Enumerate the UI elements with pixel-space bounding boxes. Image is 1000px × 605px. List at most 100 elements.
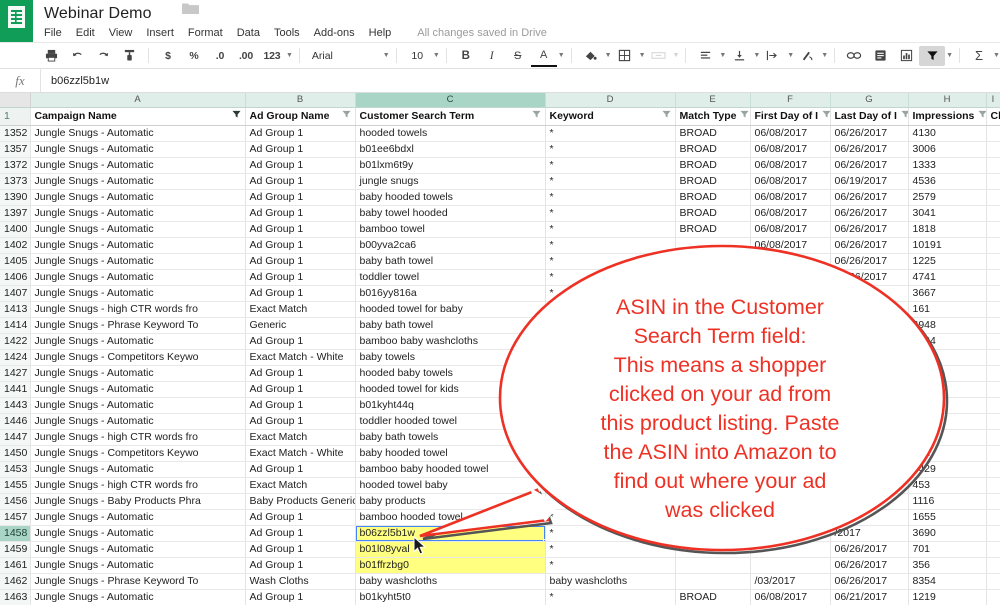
clicks-cell[interactable] (986, 141, 1000, 158)
clicks-cell[interactable] (986, 589, 1000, 605)
currency-format-button[interactable]: $ (155, 46, 181, 66)
first-day-cell[interactable]: 06/08/2017 (750, 125, 831, 142)
campaign-name-cell[interactable]: Jungle Snugs - Automatic (30, 509, 246, 526)
table-row[interactable]: 1402 Jungle Snugs - Automatic Ad Group 1 b0… (0, 237, 1000, 254)
row-number[interactable]: 1453 (0, 461, 31, 478)
impressions-cell[interactable]: 1315 (908, 381, 987, 398)
keyword-cell[interactable]: * (545, 173, 676, 190)
row-number[interactable]: 1414 (0, 317, 31, 334)
first-day-cell[interactable]: 06/08/2017 (750, 589, 831, 605)
ad-group-name-cell[interactable]: Ad Group 1 (245, 397, 356, 414)
first-day-cell[interactable] (750, 397, 831, 414)
clicks-cell[interactable] (986, 205, 1000, 222)
ad-group-name-cell[interactable]: Exact Match (245, 429, 356, 446)
last-day-cell[interactable] (830, 429, 909, 446)
column-header-C[interactable]: C (355, 93, 546, 108)
table-row[interactable]: 1422 Jungle Snugs - Automatic Ad Group 1 ba… (0, 333, 1000, 350)
column-header-I[interactable]: I (986, 93, 1000, 108)
first-day-cell[interactable] (750, 365, 831, 382)
customer-search-term-cell[interactable]: baby bath towel (355, 253, 546, 270)
keyword-cell[interactable] (545, 445, 676, 462)
last-day-cell[interactable]: 017 (830, 509, 909, 526)
menu-item-file[interactable]: File (44, 27, 62, 39)
customer-search-term-cell[interactable]: hooded towel for baby (355, 301, 546, 318)
keyword-cell[interactable]: * (545, 509, 676, 526)
table-row[interactable]: 1406 Jungle Snugs - Automatic Ad Group 1 to… (0, 269, 1000, 286)
clicks-cell[interactable] (986, 189, 1000, 206)
impressions-cell[interactable]: 3041 (908, 205, 987, 222)
last-day-cell[interactable] (830, 445, 909, 462)
menu-item-insert[interactable]: Insert (146, 27, 174, 39)
campaign-name-cell[interactable]: Jungle Snugs - high CTR words fro (30, 429, 246, 446)
chevron-down-icon[interactable]: ▼ (605, 52, 612, 59)
table-row[interactable]: 1400 Jungle Snugs - Automatic Ad Group 1 ba… (0, 221, 1000, 238)
row-number[interactable]: 1450 (0, 445, 31, 462)
table-row[interactable]: 1405 Jungle Snugs - Automatic Ad Group 1 ba… (0, 253, 1000, 270)
italic-button[interactable]: I (479, 46, 505, 66)
campaign-name-cell[interactable]: Jungle Snugs - Baby Products Phra (30, 493, 246, 510)
chevron-down-icon[interactable]: ▼ (639, 52, 646, 59)
customer-search-term-cell[interactable]: b01kyht5t0 (355, 589, 546, 605)
campaign-name-cell[interactable]: Jungle Snugs - Automatic (30, 461, 246, 478)
first-day-cell[interactable] (750, 253, 831, 270)
campaign-name-cell[interactable]: Jungle Snugs - Automatic (30, 333, 246, 350)
impressions-cell[interactable]: 356 (908, 557, 987, 574)
clicks-cell[interactable] (986, 493, 1000, 510)
decrease-decimal-button[interactable]: .0 (207, 46, 233, 66)
keyword-cell[interactable]: * (545, 221, 676, 238)
impressions-cell[interactable]: 412 (908, 445, 987, 462)
column-header-D[interactable]: D (545, 93, 676, 108)
campaign-name-cell[interactable]: Jungle Snugs - Automatic (30, 125, 246, 142)
row-number[interactable]: 1424 (0, 349, 31, 366)
chevron-down-icon[interactable]: ▼ (383, 52, 390, 59)
match-type-cell[interactable] (675, 333, 751, 350)
match-type-cell[interactable]: BROAD (675, 157, 751, 174)
ad-group-name-cell[interactable]: Ad Group 1 (245, 365, 356, 382)
table-row[interactable]: 1447 Jungle Snugs - high CTR words fro Exa… (0, 429, 1000, 446)
customer-search-term-cell[interactable]: b01lxm6t9y (355, 157, 546, 174)
menu-item-help[interactable]: Help (369, 27, 392, 39)
fill-handle[interactable] (542, 538, 544, 540)
ad-group-name-cell[interactable]: Ad Group 1 (245, 205, 356, 222)
keyword-cell[interactable]: ho (545, 301, 676, 318)
ad-group-name-cell[interactable]: Ad Group 1 (245, 413, 356, 430)
match-type-cell[interactable] (675, 317, 751, 334)
ad-group-name-cell[interactable]: Ad Group 1 (245, 381, 356, 398)
filter-icon[interactable] (822, 110, 829, 122)
menu-item-tools[interactable]: Tools (274, 27, 300, 39)
impressions-cell[interactable]: 701 (908, 541, 987, 558)
menu-item-view[interactable]: View (109, 27, 133, 39)
keyword-cell[interactable]: * (545, 189, 676, 206)
keyword-cell[interactable] (545, 413, 676, 430)
first-day-cell[interactable] (750, 445, 831, 462)
last-day-cell[interactable] (830, 365, 909, 382)
table-row[interactable]: 1450 Jungle Snugs - Competitors Keywo Exac… (0, 445, 1000, 462)
customer-search-term-cell[interactable]: baby towels (355, 349, 546, 366)
keyword-cell[interactable]: baby washcloths (545, 573, 676, 590)
campaign-name-cell[interactable]: Jungle Snugs - Automatic (30, 205, 246, 222)
impressions-cell[interactable]: 10191 (908, 237, 987, 254)
keyword-cell[interactable] (545, 429, 676, 446)
impressions-cell[interactable]: 1333 (908, 157, 987, 174)
filter-icon[interactable] (919, 45, 946, 66)
first-day-cell[interactable]: 06/08/2017 (750, 237, 831, 254)
match-type-cell[interactable] (675, 381, 751, 398)
table-row[interactable]: 1456 Jungle Snugs - Baby Products Phra Bab… (0, 493, 1000, 510)
match-type-cell[interactable] (675, 445, 751, 462)
first-day-cell[interactable] (750, 317, 831, 334)
last-day-cell[interactable] (830, 413, 909, 430)
ad-group-name-cell[interactable]: Ad Group 1 (245, 509, 356, 526)
clicks-cell[interactable] (986, 445, 1000, 462)
first-day-cell[interactable] (750, 541, 831, 558)
clicks-cell[interactable] (986, 461, 1000, 478)
last-day-cell[interactable]: /2017 (830, 525, 909, 542)
impressions-cell[interactable]: 4130 (908, 125, 987, 142)
row-number[interactable]: 1 (0, 107, 31, 126)
ad-group-name-cell[interactable]: Ad Group 1 (245, 285, 356, 302)
ad-group-name-cell[interactable]: Ad Group 1 (245, 461, 356, 478)
last-day-cell[interactable]: 06/26/2017 (830, 189, 909, 206)
ad-group-name-cell[interactable]: Ad Group 1 (245, 173, 356, 190)
last-day-cell[interactable]: 06/26/2017 (830, 541, 909, 558)
keyword-cell[interactable] (545, 477, 676, 494)
ad-group-name-cell[interactable]: Ad Group 1 (245, 125, 356, 142)
